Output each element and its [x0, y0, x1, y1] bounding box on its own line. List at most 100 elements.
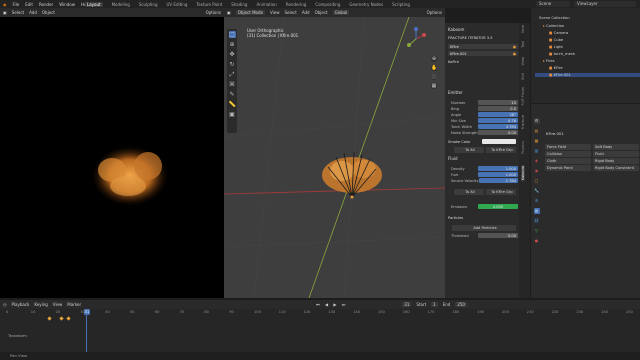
cloth-button[interactable]: Cloth: [545, 158, 591, 164]
keyframe[interactable]: [47, 316, 52, 321]
ntab-view[interactable]: View: [521, 57, 525, 65]
scale-tool-icon[interactable]: ⤢: [229, 71, 236, 78]
rigid-body-constraint-button[interactable]: Rigid Body Constraint: [593, 165, 639, 171]
transform-orientation-dropdown[interactable]: Global: [332, 10, 350, 15]
timeline-playback-menu[interactable]: Playback: [12, 302, 30, 307]
ntab-edit[interactable]: Edit: [521, 73, 525, 80]
pan-hand-icon[interactable]: ✋: [431, 65, 437, 71]
blender-logo-icon[interactable]: ◉: [3, 2, 7, 7]
emitter-row-field[interactable]: 3.784: [478, 124, 518, 129]
add-cube-tool-icon[interactable]: ▣: [229, 111, 236, 118]
collision-button[interactable]: Collision: [545, 151, 591, 157]
outliner-item-torch-mesh[interactable]: ■ torch_mesh: [549, 52, 575, 56]
mode-dropdown[interactable]: Object Mode: [235, 10, 265, 15]
ntab-fracture[interactable]: Fracture: [521, 115, 525, 129]
fluid-row-field[interactable]: 1.000: [478, 172, 518, 177]
transform-tool-icon[interactable]: ⌘: [229, 81, 236, 88]
kfire001-object-field[interactable]: KFire.001 ●: [448, 51, 518, 56]
view-layer-selector[interactable]: ViewLayer: [574, 1, 636, 7]
menu-window[interactable]: Window: [59, 2, 75, 7]
threshold-field[interactable]: 0.00: [478, 233, 518, 238]
move-tool-icon[interactable]: ✥: [229, 51, 236, 58]
fluid-button[interactable]: Fluid: [593, 151, 639, 157]
outliner-scene-collection[interactable]: Scene Collection: [539, 16, 570, 20]
emitter-row-field[interactable]: 0.5: [478, 106, 518, 111]
view-layer-props-icon[interactable]: ▥: [534, 148, 540, 154]
measure-tool-icon[interactable]: 📏: [229, 101, 236, 108]
ntab-kaboom[interactable]: Kaboom: [521, 165, 525, 182]
outliner-item-kfire001[interactable]: ■ KFire.001: [535, 73, 640, 77]
editor-type-icon[interactable]: ▣: [227, 10, 231, 15]
current-frame-field[interactable]: 31: [402, 302, 412, 307]
output-props-icon[interactable]: ▦: [534, 138, 540, 144]
end-frame-field[interactable]: 250: [455, 302, 467, 307]
viewport-options-button[interactable]: Options: [427, 10, 442, 15]
ntab-flip-fluids[interactable]: FLIP Fluids: [521, 87, 525, 105]
ntab-tool[interactable]: Tool: [521, 41, 525, 48]
menu-render[interactable]: Render: [39, 2, 53, 7]
outliner-item-cube[interactable]: ■ Cube: [549, 38, 563, 42]
fluid-row-field[interactable]: 1.784: [478, 178, 518, 183]
outliner-item-light[interactable]: ■ Light: [549, 45, 563, 49]
emitter-section[interactable]: Emitter: [448, 90, 463, 95]
emitter-row-field[interactable]: 0.76: [478, 118, 518, 123]
physics-props-icon[interactable]: ◎: [533, 208, 540, 214]
rotate-tool-icon[interactable]: ↻: [229, 61, 236, 68]
playback-controls[interactable]: ⏮ ◀ ▶ ⏭: [316, 302, 347, 307]
force-field-button[interactable]: Force Field: [545, 144, 591, 150]
emission-field[interactable]: 0.000: [478, 204, 518, 209]
add-particles-button[interactable]: Add Particles: [452, 225, 516, 231]
dynamic-paint-button[interactable]: Dynamic Paint: [545, 165, 591, 171]
emitter-row-field[interactable]: 0.00: [478, 130, 518, 135]
outliner-item-fires[interactable]: ▸ Fires: [543, 59, 555, 63]
to-kfire-group-button[interactable]: To KFire Grp: [486, 147, 516, 153]
constraints-props-icon[interactable]: ⛓: [534, 218, 540, 224]
data-props-icon[interactable]: ▽: [534, 228, 540, 234]
object-props-icon[interactable]: ▢: [534, 178, 540, 184]
left-menu-object[interactable]: Object: [42, 10, 55, 15]
tab-scripting[interactable]: Scripting: [392, 2, 410, 7]
render-props-icon[interactable]: ▤: [534, 128, 540, 134]
outliner-item-camera[interactable]: ■ Camera: [549, 31, 568, 35]
tab-compositing[interactable]: Compositing: [315, 2, 340, 7]
menu-file[interactable]: File: [13, 2, 20, 7]
zoom-icon[interactable]: ⊕: [431, 56, 437, 62]
fluid-row-field[interactable]: 1.000: [478, 166, 518, 171]
tab-sculpting[interactable]: Sculpting: [139, 2, 158, 7]
material-props-icon[interactable]: ●: [534, 238, 540, 244]
outliner-item-kfire[interactable]: ■ KFire: [549, 66, 563, 70]
tab-uv-editing[interactable]: UV Editing: [167, 2, 188, 7]
outliner-item-collection[interactable]: ▸ Collection: [543, 24, 564, 28]
3d-viewport[interactable]: [224, 17, 445, 298]
timeline-area[interactable]: 31 Transform: [0, 309, 640, 352]
editor-type-icon[interactable]: ◷: [3, 302, 7, 307]
tab-geometry-nodes[interactable]: Geometry Nodes: [349, 2, 383, 7]
menu-add[interactable]: Add: [302, 10, 310, 15]
emitter-row-field[interactable]: 28°: [478, 112, 518, 117]
render-preview-area[interactable]: [0, 8, 224, 298]
perspective-grid-icon[interactable]: ▦: [431, 83, 437, 89]
tool-props-icon[interactable]: ⚙: [533, 118, 540, 124]
menu-object[interactable]: Object: [315, 10, 328, 15]
left-options-button[interactable]: Options: [206, 10, 221, 15]
kaboom-panel-title[interactable]: Kaboom: [448, 27, 464, 32]
menu-edit[interactable]: Edit: [25, 2, 33, 7]
fluid-to-kfire-group-button[interactable]: To KFire Grp: [486, 189, 516, 195]
outliner[interactable]: [531, 8, 640, 103]
soft-body-button[interactable]: Soft Body: [593, 144, 639, 150]
annotate-tool-icon[interactable]: ✎: [229, 91, 236, 98]
editor-type-icon[interactable]: ▣: [3, 10, 7, 15]
keyframe[interactable]: [59, 316, 64, 321]
timeline-view-menu[interactable]: View: [53, 302, 63, 307]
to-all-button[interactable]: To All: [454, 147, 484, 153]
smoke-color-swatch[interactable]: [482, 139, 516, 144]
tab-shading[interactable]: Shading: [231, 2, 247, 7]
ntab-physics[interactable]: Physics: [521, 141, 525, 154]
left-menu-select[interactable]: Select: [12, 10, 24, 15]
navigation-gizmo[interactable]: [404, 27, 428, 51]
camera-view-icon[interactable]: 🎥: [431, 74, 437, 80]
scene-selector[interactable]: Scene: [536, 1, 570, 7]
modifier-props-icon[interactable]: 🔧: [534, 188, 540, 194]
keyframe[interactable]: [66, 316, 71, 321]
scene-props-icon[interactable]: ◈: [534, 158, 540, 164]
